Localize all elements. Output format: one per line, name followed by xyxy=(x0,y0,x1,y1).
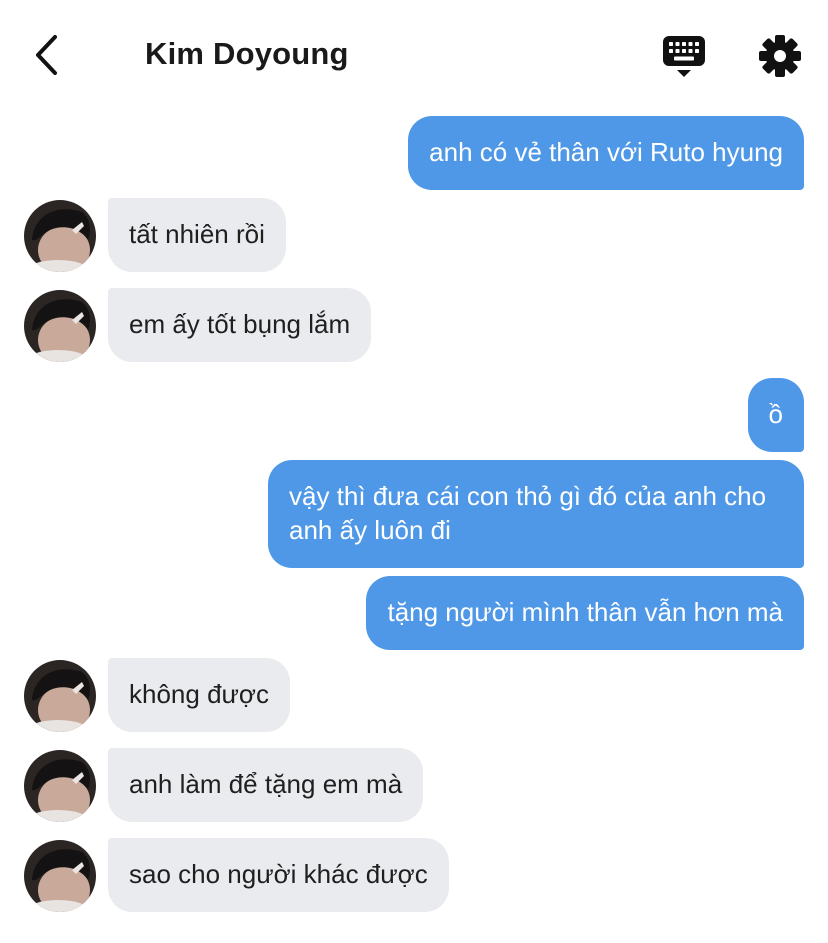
message-text: tất nhiên rồi xyxy=(129,219,265,249)
avatar[interactable] xyxy=(24,290,96,362)
avatar-photo xyxy=(24,840,96,912)
message-bubble-incoming[interactable]: sao cho người khác được xyxy=(108,838,449,912)
message-bubble-incoming[interactable]: em ấy tốt bụng lắm xyxy=(108,288,372,362)
message-bubble-outgoing[interactable]: tặng người mình thân vẫn hơn mà xyxy=(366,576,804,650)
message-bubble-outgoing[interactable]: ồ xyxy=(747,378,804,452)
avatar[interactable] xyxy=(24,840,96,912)
message-bubble-outgoing[interactable]: vậy thì đưa cái con thỏ gì đó của anh ch… xyxy=(268,460,804,568)
message-text: em ấy tốt bụng lắm xyxy=(129,309,351,339)
avatar[interactable] xyxy=(24,660,96,732)
avatar-photo xyxy=(24,200,96,272)
avatar[interactable] xyxy=(24,750,96,822)
message-text: vậy thì đưa cái con thỏ gì đó của anh ch… xyxy=(289,481,767,545)
message-text: anh làm để tặng em mà xyxy=(129,769,403,799)
message-bubble-outgoing[interactable]: anh có vẻ thân với Ruto hyung xyxy=(408,116,804,190)
message-text: sao cho người khác được xyxy=(129,859,428,889)
message-text: anh có vẻ thân với Ruto hyung xyxy=(429,137,783,167)
message-bubble-incoming[interactable]: không được xyxy=(108,658,290,732)
avatar-photo xyxy=(24,750,96,822)
avatar-photo xyxy=(24,290,96,362)
message-list: anh có vẻ thân với Ruto hyung tất nhiên … xyxy=(0,0,828,943)
message-text: không được xyxy=(129,679,269,709)
message-text: tặng người mình thân vẫn hơn mà xyxy=(387,597,783,627)
avatar[interactable] xyxy=(24,200,96,272)
message-text: ồ xyxy=(768,399,783,429)
message-bubble-incoming[interactable]: tất nhiên rồi xyxy=(108,198,286,272)
message-bubble-incoming[interactable]: anh làm để tặng em mà xyxy=(108,748,424,822)
avatar-photo xyxy=(24,660,96,732)
